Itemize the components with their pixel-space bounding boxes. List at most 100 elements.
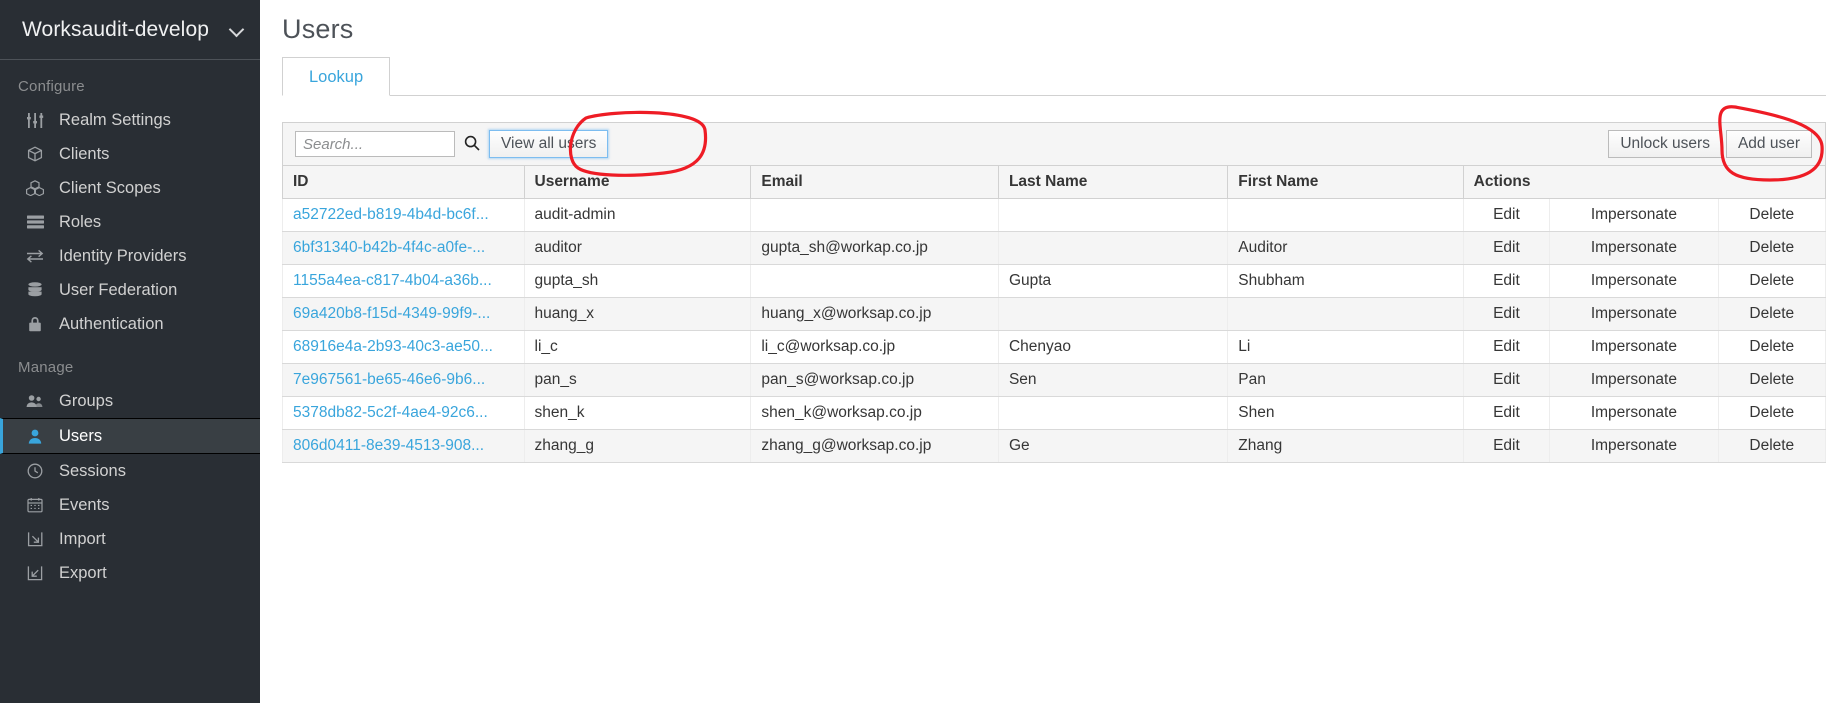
sidebar-item-authentication[interactable]: Authentication (0, 307, 260, 341)
impersonate-link[interactable]: Impersonate (1549, 363, 1719, 397)
user-id-link[interactable]: 6bf31340-b42b-4f4c-a0fe-... (293, 239, 485, 256)
sidebar-item-realm-settings[interactable]: Realm Settings (0, 103, 260, 137)
column-header-actions: Actions (1462, 166, 1827, 199)
cell-first-name: Shen (1227, 396, 1464, 430)
delete-link[interactable]: Delete (1717, 363, 1827, 397)
column-header-username[interactable]: Username (523, 166, 752, 199)
sidebar-item-users[interactable]: Users (0, 418, 260, 454)
delete-link[interactable]: Delete (1717, 330, 1827, 364)
delete-link[interactable]: Delete (1717, 297, 1827, 331)
sidebar-item-events[interactable]: Events (0, 488, 260, 522)
cell-email: li_c@worksap.co.jp (750, 330, 999, 364)
table-row: 7e967561-be65-46e6-9b6... pan_s pan_s@work… (282, 363, 1827, 397)
nav-section-manage: Manage Groups Users Sessions Events Impo… (0, 341, 260, 590)
column-header-id[interactable]: ID (282, 166, 525, 199)
sidebar-item-sessions[interactable]: Sessions (0, 454, 260, 488)
column-header-email[interactable]: Email (750, 166, 999, 199)
cell-id: 806d0411-8e39-4513-908... (282, 429, 525, 463)
search-button[interactable] (455, 135, 489, 154)
cell-username: pan_s (523, 363, 752, 397)
user-id-link[interactable]: 7e967561-be65-46e6-9b6... (293, 371, 485, 388)
tab-lookup[interactable]: Lookup (282, 56, 391, 96)
edit-link[interactable]: Edit (1462, 264, 1551, 298)
cell-email: huang_x@worksap.co.jp (750, 297, 999, 331)
calendar-icon (21, 497, 49, 513)
cell-email: gupta_sh@workap.co.jp (750, 231, 999, 265)
cell-id: 7e967561-be65-46e6-9b6... (282, 363, 525, 397)
sidebar-item-import[interactable]: Import (0, 522, 260, 556)
view-all-users-button[interactable]: View all users (489, 130, 609, 158)
sidebar-item-label: Roles (59, 212, 102, 231)
edit-link[interactable]: Edit (1462, 429, 1551, 463)
nav-section-title-manage: Manage (18, 359, 74, 376)
user-id-link[interactable]: 69a420b8-f15d-4349-99f9-... (293, 305, 490, 322)
column-header-last-name[interactable]: Last Name (997, 166, 1229, 199)
delete-link[interactable]: Delete (1717, 264, 1827, 298)
cell-email: pan_s@worksap.co.jp (750, 363, 999, 397)
impersonate-link[interactable]: Impersonate (1549, 330, 1719, 364)
keycloak-admin-console: Worksaudit-develop Configure Realm Setti… (0, 0, 1827, 703)
user-id-link[interactable]: 68916e4a-2b93-40c3-ae50... (293, 338, 493, 355)
sidebar-item-user-federation[interactable]: User Federation (0, 273, 260, 307)
cell-username: zhang_g (523, 429, 752, 463)
user-id-link[interactable]: 5378db82-5c2f-4ae4-92c6... (293, 404, 488, 421)
user-id-link[interactable]: 1155a4ea-c817-4b04-a36b... (293, 272, 492, 289)
impersonate-link[interactable]: Impersonate (1549, 396, 1719, 430)
edit-link[interactable]: Edit (1462, 198, 1551, 232)
server-stack-icon (21, 215, 49, 229)
add-user-button[interactable]: Add user (1725, 130, 1812, 158)
sidebar-item-roles[interactable]: Roles (0, 205, 260, 239)
sidebar: Worksaudit-develop Configure Realm Setti… (0, 0, 260, 703)
search-group (295, 131, 489, 157)
cell-id: 1155a4ea-c817-4b04-a36b... (282, 264, 525, 298)
delete-link[interactable]: Delete (1717, 396, 1827, 430)
sidebar-item-label: Authentication (59, 314, 164, 333)
delete-link[interactable]: Delete (1717, 198, 1827, 232)
sidebar-item-label: Import (59, 529, 106, 548)
impersonate-link[interactable]: Impersonate (1549, 297, 1719, 331)
cell-username: shen_k (523, 396, 752, 430)
user-icon (21, 429, 49, 444)
cell-last-name (997, 297, 1229, 331)
user-id-link[interactable]: 806d0411-8e39-4513-908... (293, 437, 484, 454)
sidebar-item-groups[interactable]: Groups (0, 384, 260, 418)
edit-link[interactable]: Edit (1462, 231, 1551, 265)
cell-username: gupta_sh (523, 264, 752, 298)
sidebar-item-identity-providers[interactable]: Identity Providers (0, 239, 260, 273)
sidebar-item-export[interactable]: Export (0, 556, 260, 590)
users-toolbar: View all users Unlock users Add user (282, 122, 1826, 166)
realm-name: Worksaudit-develop (22, 17, 210, 41)
edit-link[interactable]: Edit (1462, 396, 1551, 430)
impersonate-link[interactable]: Impersonate (1549, 429, 1719, 463)
edit-link[interactable]: Edit (1462, 297, 1551, 331)
impersonate-link[interactable]: Impersonate (1549, 231, 1719, 265)
impersonate-link[interactable]: Impersonate (1549, 264, 1719, 298)
edit-link[interactable]: Edit (1462, 330, 1551, 364)
cubes-icon (21, 180, 49, 196)
cell-first-name (1227, 198, 1464, 232)
sidebar-item-label: User Federation (59, 280, 178, 299)
users-table: ID Username Email Last Name First Name A… (282, 166, 1827, 463)
sidebar-item-clients[interactable]: Clients (0, 137, 260, 171)
column-header-first-name[interactable]: First Name (1227, 166, 1464, 199)
table-row: 69a420b8-f15d-4349-99f9-... huang_x huang_… (282, 297, 1827, 331)
users-group-icon (21, 394, 49, 408)
edit-link[interactable]: Edit (1462, 363, 1551, 397)
delete-link[interactable]: Delete (1717, 231, 1827, 265)
search-icon (464, 135, 480, 154)
main-content: Users Lookup View all users Unlock users… (260, 0, 1827, 703)
impersonate-link[interactable]: Impersonate (1549, 198, 1719, 232)
unlock-users-button[interactable]: Unlock users (1608, 130, 1722, 158)
sidebar-item-client-scopes[interactable]: Client Scopes (0, 171, 260, 205)
sliders-icon (21, 112, 49, 128)
user-id-link[interactable]: a52722ed-b819-4b4d-bc6f... (293, 206, 489, 223)
cell-email (750, 264, 999, 298)
delete-link[interactable]: Delete (1717, 429, 1827, 463)
cell-last-name (997, 198, 1229, 232)
search-input[interactable] (295, 131, 455, 157)
cell-id: 68916e4a-2b93-40c3-ae50... (282, 330, 525, 364)
chevron-down-icon[interactable] (230, 22, 246, 38)
cell-username: audit-admin (523, 198, 752, 232)
realm-selector[interactable]: Worksaudit-develop (0, 0, 260, 60)
sidebar-item-label: Clients (59, 144, 110, 163)
